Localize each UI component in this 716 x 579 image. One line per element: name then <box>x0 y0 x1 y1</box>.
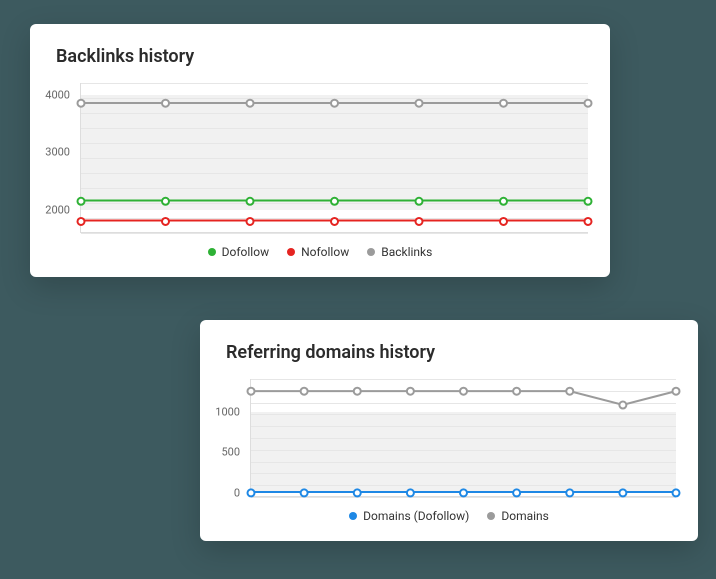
legend-color-icon <box>487 512 495 520</box>
legend-label: Domains <box>501 509 549 523</box>
legend-color-icon <box>287 248 295 256</box>
legend-color-icon <box>208 248 216 256</box>
y-tick-label: 4000 <box>45 88 70 101</box>
backlinks-history-card: Backlinks history 2000 3000 4000 Dofollow N… <box>30 24 610 277</box>
backlinks-chart: 2000 3000 4000 <box>30 83 610 233</box>
legend-label: Nofollow <box>301 245 349 259</box>
y-tick-label: 2000 <box>45 203 70 216</box>
legend-label: Backlinks <box>381 245 432 259</box>
y-axis-domains: 0 500 1000 <box>200 379 246 497</box>
y-tick-label: 3000 <box>45 146 70 159</box>
y-tick-label: 1000 <box>215 405 240 418</box>
y-tick-label: 500 <box>221 446 240 459</box>
legend-domains: Domains (Dofollow) Domains <box>200 497 698 541</box>
chart-title-backlinks: Backlinks history <box>30 24 610 73</box>
legend-item: Dofollow <box>208 245 269 259</box>
legend-item: Domains <box>487 509 549 523</box>
plot-area-backlinks <box>80 83 588 233</box>
y-tick-label: 0 <box>234 486 240 499</box>
legend-item: Domains (Dofollow) <box>349 509 469 523</box>
legend-backlinks: Dofollow Nofollow Backlinks <box>30 233 610 277</box>
legend-color-icon <box>367 248 375 256</box>
legend-color-icon <box>349 512 357 520</box>
legend-label: Dofollow <box>222 245 269 259</box>
plot-area-domains <box>250 379 676 497</box>
domains-chart: 0 500 1000 <box>200 379 698 497</box>
referring-domains-card: Referring domains history 0 500 1000 Domai… <box>200 320 698 541</box>
chart-title-domains: Referring domains history <box>200 320 698 369</box>
legend-item: Nofollow <box>287 245 349 259</box>
y-axis-backlinks: 2000 3000 4000 <box>30 83 76 233</box>
legend-item: Backlinks <box>367 245 432 259</box>
legend-label: Domains (Dofollow) <box>363 509 469 523</box>
